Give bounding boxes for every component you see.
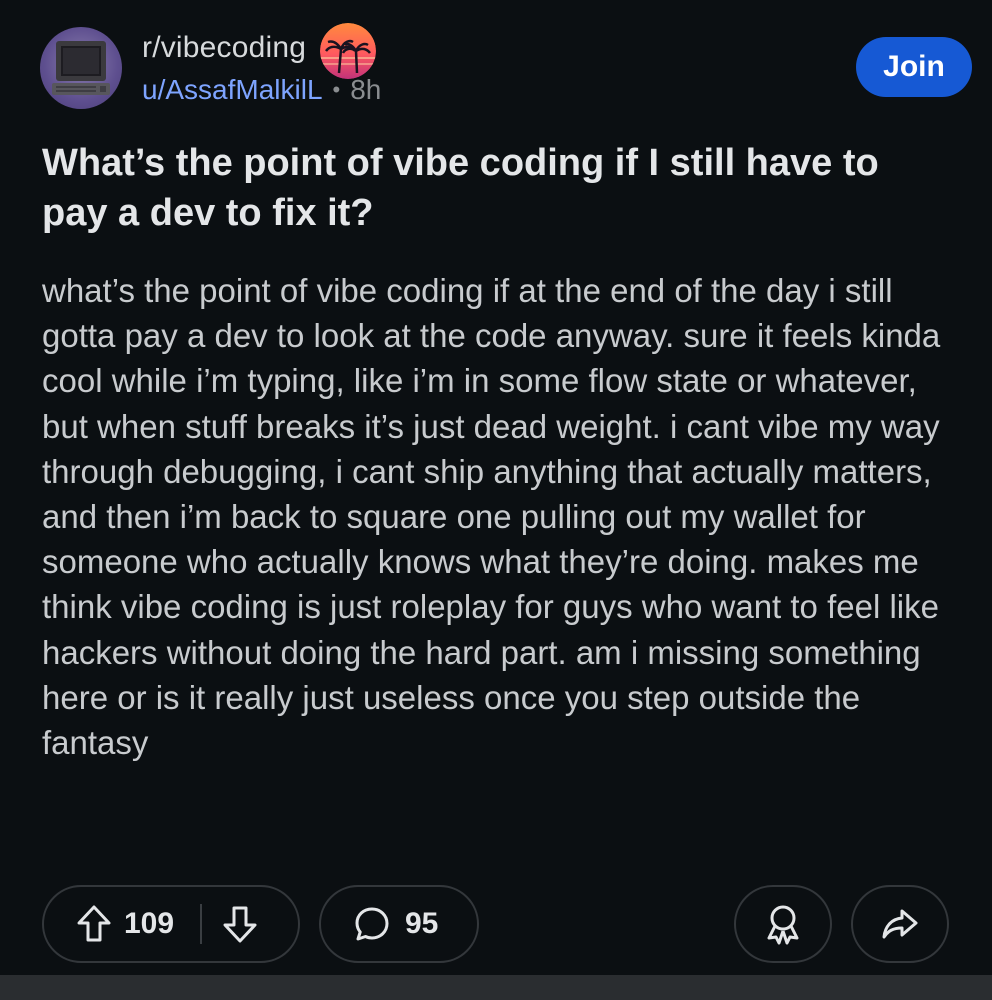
- arrow-up-icon: [77, 905, 111, 942]
- comment-bubble-icon: [353, 905, 391, 943]
- vote-control: 109: [42, 885, 300, 963]
- subreddit-avatar[interactable]: [40, 27, 122, 109]
- upvote-button[interactable]: [76, 904, 112, 944]
- post-title[interactable]: What’s the point of vibe coding if I sti…: [42, 138, 942, 238]
- meta-separator: •: [332, 77, 341, 102]
- join-button[interactable]: Join: [856, 37, 972, 97]
- upvote-count: 109: [124, 907, 175, 940]
- action-bar: 109 95: [0, 885, 992, 965]
- comments-button[interactable]: 95: [319, 885, 479, 963]
- comment-count: 95: [405, 907, 439, 940]
- post-timestamp: 8h: [350, 74, 382, 105]
- share-button[interactable]: [851, 885, 949, 963]
- post-meta: r/vibecoding u/AssafMalkilL • 8h: [142, 23, 382, 106]
- award-button[interactable]: [734, 885, 832, 963]
- vote-divider: [200, 904, 203, 944]
- palm-sunset-icon: [320, 23, 377, 79]
- downvote-button[interactable]: [222, 904, 258, 944]
- award-icon: [767, 905, 799, 945]
- share-icon: [882, 909, 918, 939]
- bottom-divider: [0, 975, 992, 1000]
- author-username[interactable]: u/AssafMalkilL: [142, 74, 323, 106]
- retro-computer-icon: [52, 41, 110, 95]
- post-card: r/vibecoding u/AssafMalkilL • 8h Join Wh…: [0, 0, 992, 975]
- post-body: what’s the point of vibe coding if at th…: [42, 272, 941, 762]
- arrow-down-icon: [223, 906, 257, 943]
- subreddit-name[interactable]: r/vibecoding: [142, 31, 306, 65]
